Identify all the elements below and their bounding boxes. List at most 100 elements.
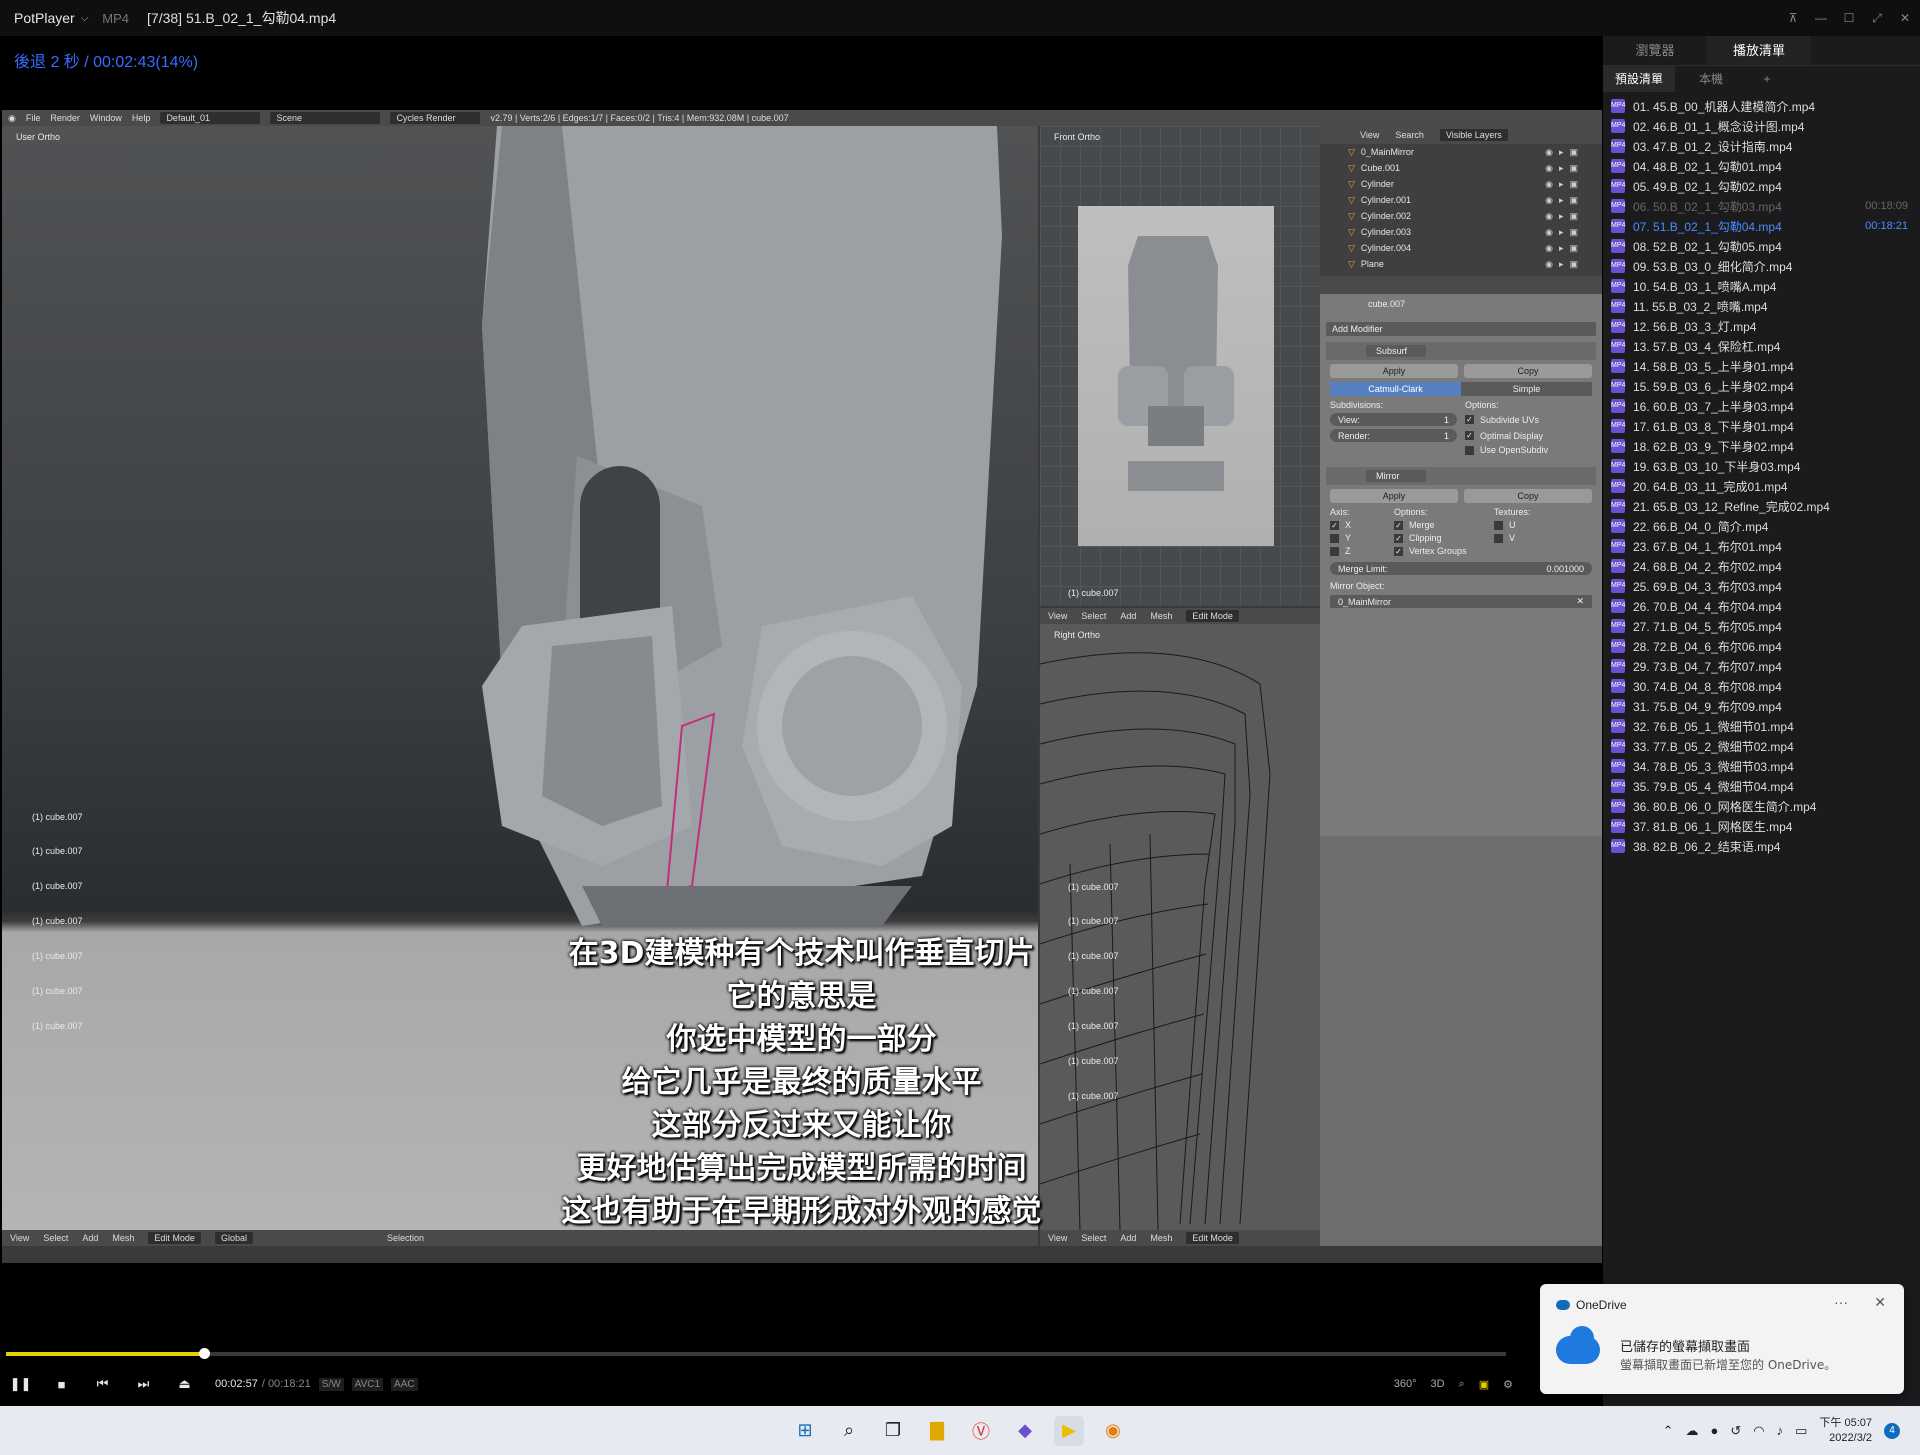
playlist-item[interactable]: MP4 06. 50.B_02_1_勾勒03.mp4 00:18:09 (1603, 196, 1920, 216)
playlist-item[interactable]: MP4 10. 54.B_03_1_喷嘴A.mp4 (1603, 276, 1920, 296)
axis-y-checkbox: Y (1330, 533, 1394, 543)
playlist-item[interactable]: MP4 05. 49.B_02_1_勾勒02.mp4 (1603, 176, 1920, 196)
playlist-item-title: 09. 53.B_03_0_细化简介.mp4 (1633, 259, 1793, 274)
playlist-item[interactable]: MP4 22. 66.B_04_0_简介.mp4 (1603, 516, 1920, 536)
render-levels-label: Render: (1338, 430, 1371, 441)
close-icon[interactable]: ✕ (1874, 1294, 1886, 1311)
playlist-item[interactable]: MP4 14. 58.B_03_5_上半身01.mp4 (1603, 356, 1920, 376)
app-menu-button[interactable]: PotPlayer (0, 10, 81, 26)
playlist-item[interactable]: MP4 07. 51.B_02_1_勾勒04.mp4 00:18:21 (1603, 216, 1920, 236)
playlist-item[interactable]: MP4 20. 64.B_03_11_完成01.mp4 (1603, 476, 1920, 496)
playlist-item[interactable]: MP4 24. 68.B_04_2_布尔02.mp4 (1603, 556, 1920, 576)
file-explorer-icon[interactable]: ▇ (922, 1416, 952, 1446)
playlist-item-title: 31. 75.B_04_9_布尔09.mp4 (1633, 699, 1782, 714)
playlist-item[interactable]: MP4 35. 79.B_05_4_微细节04.mp4 (1603, 776, 1920, 796)
tab-playlist[interactable]: 播放清單 (1707, 36, 1811, 65)
video-area[interactable]: 後退 2 秒 / 00:02:43(14%) ◉ File Render Win… (0, 36, 1603, 1326)
playlist-item[interactable]: MP4 13. 57.B_03_4_保险杠.mp4 (1603, 336, 1920, 356)
chevron-down-icon[interactable]: ⌵ (81, 13, 89, 24)
stop-button[interactable]: ■ (41, 1377, 82, 1392)
playlist-item[interactable]: MP4 36. 80.B_06_0_网格医生简介.mp4 (1603, 796, 1920, 816)
playlist-item[interactable]: MP4 25. 69.B_04_3_布尔03.mp4 (1603, 576, 1920, 596)
eject-button[interactable]: ⏏ (164, 1376, 205, 1392)
playlist-toggle-icon[interactable]: ▣ (1479, 1378, 1489, 1391)
playlist-item[interactable]: MP4 32. 76.B_05_1_微细节01.mp4 (1603, 716, 1920, 736)
object-label: (1) cube.007 (1068, 588, 1119, 598)
playlist-item[interactable]: MP4 38. 82.B_06_2_结束语.mp4 (1603, 836, 1920, 856)
video-file-icon: MP4 (1611, 339, 1625, 353)
playlist-item[interactable]: MP4 01. 45.B_00_机器人建模简介.mp4 (1603, 96, 1920, 116)
tab-local[interactable]: 本機 (1675, 66, 1747, 92)
obsidian-icon[interactable]: ◆ (1010, 1416, 1040, 1446)
object-label: (1) cube.007 (32, 846, 83, 856)
onedrive-notification[interactable]: OneDrive ··· ✕ 已儲存的螢幕擷取畫面 螢幕擷取畫面已新增至您的 O… (1540, 1284, 1904, 1394)
playlist-item[interactable]: MP4 11. 55.B_03_2_喷嘴.mp4 (1603, 296, 1920, 316)
video-file-icon: MP4 (1611, 179, 1625, 193)
vivaldi-icon[interactable]: Ⓥ (966, 1416, 996, 1446)
playlist-item[interactable]: MP4 28. 72.B_04_6_布尔06.mp4 (1603, 636, 1920, 656)
search-icon[interactable]: ⌕ (834, 1416, 864, 1446)
seek-handle[interactable] (199, 1348, 210, 1359)
blender-icon[interactable]: ◉ (1098, 1416, 1128, 1446)
wifi-icon[interactable]: ◠ (1753, 1423, 1764, 1439)
seek-bar[interactable] (6, 1348, 1506, 1359)
vr-360-button[interactable]: 360° (1394, 1378, 1417, 1390)
playlist-item[interactable]: MP4 26. 70.B_04_4_布尔04.mp4 (1603, 596, 1920, 616)
more-options-button[interactable]: ··· (1834, 1294, 1848, 1310)
previous-button[interactable]: ⏮ (82, 1376, 123, 1392)
playlist-item[interactable]: MP4 18. 62.B_03_9_下半身02.mp4 (1603, 436, 1920, 456)
playlist-item[interactable]: MP4 34. 78.B_05_3_微细节03.mp4 (1603, 756, 1920, 776)
task-view-icon[interactable]: ❐ (878, 1416, 908, 1446)
next-button[interactable]: ⏭ (123, 1376, 164, 1392)
playlist-item[interactable]: MP4 04. 48.B_02_1_勾勒01.mp4 (1603, 156, 1920, 176)
object-label: (1) cube.007 (32, 812, 83, 822)
windows-start-icon[interactable]: ⊞ (790, 1416, 820, 1446)
tab-browser[interactable]: 瀏覽器 (1603, 36, 1707, 65)
playlist-item[interactable]: MP4 27. 71.B_04_5_布尔05.mp4 (1603, 616, 1920, 636)
playlist-item[interactable]: MP4 16. 60.B_03_7_上半身03.mp4 (1603, 396, 1920, 416)
playlist-item[interactable]: MP4 03. 47.B_01_2_设计指南.mp4 (1603, 136, 1920, 156)
cloud-icon[interactable]: ☁ (1686, 1423, 1699, 1439)
playlist-item[interactable]: MP4 15. 59.B_03_6_上半身02.mp4 (1603, 376, 1920, 396)
playlist-item[interactable]: MP4 21. 65.B_03_12_Refine_完成02.mp4 (1603, 496, 1920, 516)
sync-icon[interactable]: ↺ (1730, 1423, 1741, 1439)
playlist-item[interactable]: MP4 37. 81.B_06_1_网格医生.mp4 (1603, 816, 1920, 836)
add-tab-button[interactable]: + (1747, 66, 1787, 92)
outliner-item: ▽ Cube.001 ◉▸▣ (1320, 160, 1602, 176)
potplayer-icon[interactable]: ▶ (1054, 1415, 1084, 1446)
3d-button[interactable]: 3D (1430, 1378, 1444, 1390)
volume-icon[interactable]: ♪ (1777, 1423, 1784, 1438)
playlist-item[interactable]: MP4 02. 46.B_01_1_概念设计图.mp4 (1603, 116, 1920, 136)
playlist-item[interactable]: MP4 29. 73.B_04_7_布尔07.mp4 (1603, 656, 1920, 676)
chevron-up-icon[interactable]: ⌃ (1663, 1423, 1674, 1439)
gear-icon[interactable]: ⚙ (1503, 1378, 1513, 1391)
audio-codec-tag[interactable]: AAC (391, 1377, 418, 1391)
notification-badge[interactable]: 4 (1884, 1422, 1900, 1439)
playlist-item[interactable]: MP4 17. 61.B_03_8_下半身01.mp4 (1603, 416, 1920, 436)
video-codec-tag[interactable]: AVC1 (351, 1377, 384, 1391)
fullscreen-button[interactable]: ⤢ (1870, 11, 1884, 26)
playlist-item[interactable]: MP4 33. 77.B_05_2_微细节02.mp4 (1603, 736, 1920, 756)
decoder-tag[interactable]: S/W (318, 1377, 344, 1391)
tab-default-list[interactable]: 預設清單 (1603, 66, 1675, 92)
outliner-item: ▽ Cylinder.003 ◉▸▣ (1320, 224, 1602, 240)
subtitle-line: 这也有助于在早期形成对外观的感觉 (561, 1194, 1042, 1229)
maximize-button[interactable]: ☐ (1842, 11, 1856, 25)
pin-icon[interactable]: ⊼ (1786, 11, 1800, 25)
search-icon[interactable]: ⌕ (1459, 1378, 1465, 1391)
object-icon: ▽ (1348, 258, 1355, 269)
close-button[interactable]: ✕ (1898, 11, 1912, 25)
battery-icon[interactable]: ▭ (1795, 1423, 1807, 1439)
github-icon[interactable]: ● (1711, 1423, 1719, 1438)
minimize-button[interactable]: — (1814, 11, 1828, 25)
playlist-item[interactable]: MP4 31. 75.B_04_9_布尔09.mp4 (1603, 696, 1920, 716)
video-file-icon: MP4 (1611, 479, 1625, 493)
playlist-item[interactable]: MP4 09. 53.B_03_0_细化简介.mp4 (1603, 256, 1920, 276)
playlist-item[interactable]: MP4 19. 63.B_03_10_下半身03.mp4 (1603, 456, 1920, 476)
playlist-item[interactable]: MP4 30. 74.B_04_8_布尔08.mp4 (1603, 676, 1920, 696)
pause-button[interactable]: ❚❚ (0, 1376, 41, 1392)
clock[interactable]: 下午 05:07 2022/3/2 (1819, 1416, 1872, 1446)
playlist-item[interactable]: MP4 08. 52.B_02_1_勾勒05.mp4 (1603, 236, 1920, 256)
playlist-item[interactable]: MP4 23. 67.B_04_1_布尔01.mp4 (1603, 536, 1920, 556)
playlist-item[interactable]: MP4 12. 56.B_03_3_灯.mp4 (1603, 316, 1920, 336)
